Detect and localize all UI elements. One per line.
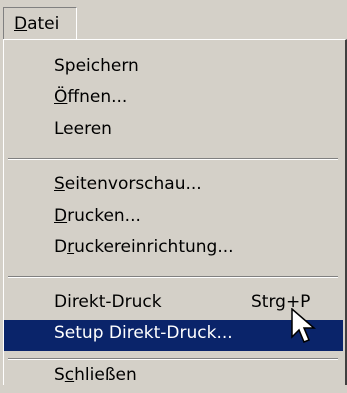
item-label: ffnen... xyxy=(67,87,128,107)
item-label: Speichern xyxy=(54,56,139,76)
menu-datei[interactable]: Datei xyxy=(3,7,77,40)
item-label: Leeren xyxy=(54,119,112,139)
menu-separator xyxy=(8,358,338,360)
item-mnemonic: S xyxy=(54,174,65,194)
menu-item-schliessen[interactable]: Schließen xyxy=(4,362,343,393)
arrow-cursor-icon xyxy=(291,308,317,343)
item-mnemonic: c xyxy=(64,365,75,385)
item-prefix: S xyxy=(54,365,65,385)
menu-item-leeren[interactable]: Leeren xyxy=(4,116,343,147)
item-label: Setup Direkt-Druck... xyxy=(54,323,233,343)
item-mnemonic: Ö xyxy=(54,87,68,107)
menu-item-oeffnen[interactable]: Öffnen... xyxy=(4,84,343,115)
menu-datei-mnemonic: D xyxy=(14,14,28,34)
item-label: Direkt-Druck xyxy=(54,292,162,312)
menu-item-seitenvorschau[interactable]: Seitenvorschau... xyxy=(4,171,343,202)
item-prefix: D xyxy=(54,237,68,257)
menu-separator xyxy=(8,276,338,278)
item-label: uckereinrichtung... xyxy=(74,237,234,257)
menu-item-speichern[interactable]: Speichern xyxy=(4,53,343,84)
menu-datei-rest: atei xyxy=(27,14,60,34)
item-mnemonic: D xyxy=(54,206,68,226)
item-label: hließen xyxy=(74,365,137,385)
item-label: eitenvorschau... xyxy=(64,174,202,194)
menu-item-drucken[interactable]: Drucken... xyxy=(4,203,343,234)
menu-separator xyxy=(8,158,338,160)
menu-bar: Datei xyxy=(0,0,347,40)
item-label: rucken... xyxy=(67,206,141,226)
menu-item-druckereinrichtung[interactable]: Druckereinrichtung... xyxy=(4,234,343,265)
